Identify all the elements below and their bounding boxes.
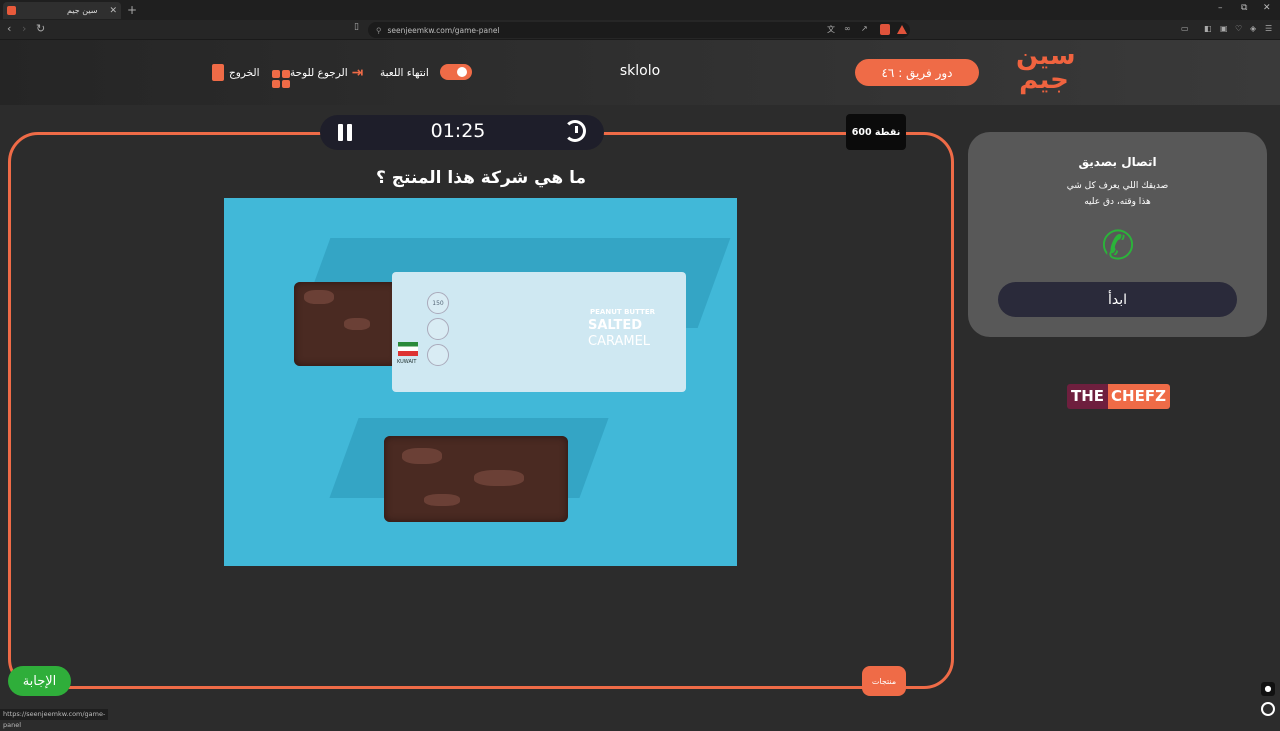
product-image: 150 KUWAIT PEANUT BUTTER SALTED CARAMEL <box>224 198 737 566</box>
url-text: seenjeemkw.com/game-panel <box>387 25 500 35</box>
bookmark-icon[interactable]: ▯ <box>354 22 359 32</box>
logo[interactable]: سين جيم <box>1016 43 1076 98</box>
points-badge: 600 نقطة <box>846 114 906 150</box>
brave-rewards-icon[interactable] <box>897 25 907 34</box>
tab-title: سين جيم <box>67 6 98 15</box>
lifeline-description-1: صديقك اللي يعرف كل شي <box>1066 181 1169 191</box>
kuwait-flag-icon <box>398 342 418 356</box>
board-grid-icon[interactable] <box>268 63 290 88</box>
end-game-toggle[interactable] <box>440 64 472 80</box>
pause-icon[interactable] <box>338 124 352 141</box>
product-label-line1: PEANUT BUTTER <box>590 308 655 316</box>
target-icon[interactable] <box>1261 702 1275 716</box>
close-window-button[interactable]: ✕ <box>1263 3 1271 13</box>
product-label-line3: CARAMEL <box>588 334 651 349</box>
logo-text-bottom: جيم <box>1019 65 1069 95</box>
back-icon[interactable]: ‹ <box>7 22 11 35</box>
sponsor-logo-part2: CHEFZ <box>1108 384 1170 409</box>
tab-close-icon[interactable]: ✕ <box>109 6 117 16</box>
reset-timer-icon[interactable] <box>564 120 586 142</box>
exit-label: الخروج <box>229 66 260 79</box>
product-label-line2: SALTED <box>588 318 643 333</box>
sponsor-logo-part1: THE <box>1067 384 1109 409</box>
product-wrapper: 150 KUWAIT PEANUT BUTTER SALTED CARAMEL <box>392 272 686 392</box>
heart-icon[interactable]: ♡ <box>1235 24 1245 34</box>
browser-tab-bar <box>0 0 1280 20</box>
toggle-knob <box>457 67 467 77</box>
origin-label: KUWAIT <box>397 359 417 365</box>
reader-icon[interactable]: ∞ <box>844 24 854 34</box>
calories-seal: 150 <box>427 292 449 314</box>
back-to-board-button[interactable]: الرجوع للوحة ⇥ <box>290 64 370 81</box>
lifeline-title: اتصال بصديق <box>1078 155 1157 169</box>
question-text: ما هي شركة هذا المنتج ؟ <box>375 168 586 188</box>
answer-button[interactable]: الإجابة <box>8 666 71 696</box>
reload-icon[interactable]: ↻ <box>36 22 45 35</box>
team-turn-badge: دور فريق : ٤٦ <box>855 59 979 86</box>
maximize-button[interactable]: ⧉ <box>1241 3 1247 13</box>
split-view-icon[interactable]: ◧ <box>1204 24 1214 34</box>
exit-door-icon <box>212 64 224 81</box>
brave-shield-icon[interactable] <box>880 24 890 35</box>
category-badge: منتجات <box>862 666 906 696</box>
translate-icon[interactable]: 文 <box>827 24 837 34</box>
minimize-button[interactable]: – <box>1218 3 1223 13</box>
microphone-icon[interactable]: ● <box>1261 682 1275 696</box>
vpn-icon[interactable]: ◈ <box>1250 24 1260 34</box>
wallet-icon[interactable]: ▣ <box>1220 24 1230 34</box>
timer-display: 01:25 <box>430 120 486 142</box>
start-call-button[interactable]: ابدأ <box>998 282 1237 317</box>
end-game-label: انتهاء اللعبة <box>380 66 429 79</box>
lifeline-description-2: هذا وقته، دق عليه <box>1084 197 1151 207</box>
browser-tab[interactable]: سين جيم ✕ <box>3 2 121 19</box>
arrow-right-icon: ⇥ <box>351 64 364 81</box>
sidebar-icon[interactable]: ▭ <box>1181 24 1191 34</box>
new-tab-button[interactable]: + <box>127 3 137 17</box>
share-icon[interactable]: ↗ <box>861 24 871 34</box>
sponsor-logo[interactable]: THE CHEFZ <box>1067 384 1170 409</box>
phone-icon: ✆ <box>1101 223 1135 269</box>
exit-button[interactable]: الخروج <box>212 64 260 81</box>
forward-icon[interactable]: › <box>22 22 26 35</box>
menu-icon[interactable]: ☰ <box>1265 24 1275 34</box>
status-bar-url: https://seenjeemkw.com/game-panel <box>0 709 108 729</box>
end-game-button[interactable]: انتهاء اللعبة <box>380 64 429 81</box>
back-to-board-label: الرجوع للوحة <box>290 66 348 79</box>
site-info-icon[interactable]: ⚲ <box>376 26 382 35</box>
team-name: sklolo <box>619 63 661 79</box>
favicon-icon <box>7 6 16 15</box>
